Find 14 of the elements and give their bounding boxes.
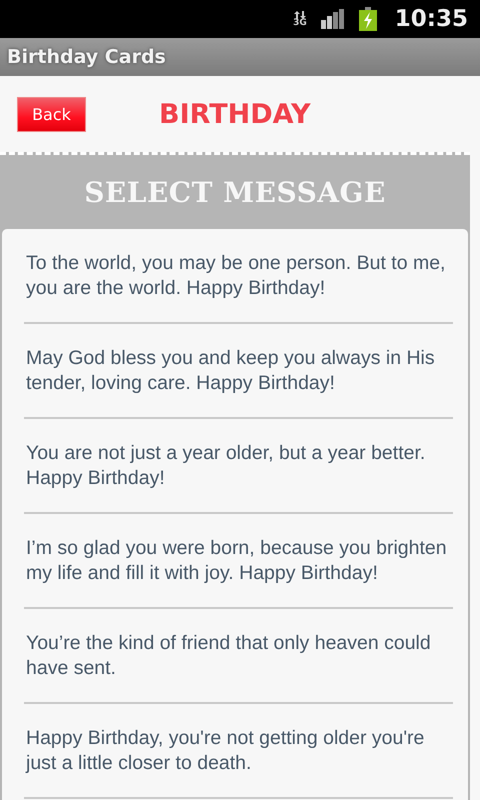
message-item[interactable]: Happy Birthday, you're not getting older you're just a little closer to death. [24, 704, 453, 799]
section-title: SELECT MESSAGE [83, 174, 387, 210]
message-item[interactable]: To the world, you may be one person. But to me, you are the world. Happy Birthday! [24, 229, 453, 324]
message-item[interactable]: You are not just a year older, but a year better. Happy Birthday! [24, 419, 453, 514]
message-item[interactable]: May God bless you and keep you always in His tender, loving care. Happy Birthday! [24, 324, 453, 419]
window-title: Birthday Cards [7, 46, 166, 68]
message-item[interactable]: You’re the kind of friend that only heaven could have sent. [24, 609, 453, 704]
signal-icon [320, 9, 345, 29]
battery-charging-icon [358, 7, 377, 31]
message-item[interactable]: I’m so glad you were born, because you brighten my life and fill it with joy. Happy Birthday! [24, 514, 453, 609]
back-button[interactable]: Back [17, 96, 86, 132]
clock-time: 10:35 [394, 6, 468, 32]
page-title: BIRTHDAY [159, 98, 310, 130]
network-indicator: 3G [293, 10, 307, 28]
